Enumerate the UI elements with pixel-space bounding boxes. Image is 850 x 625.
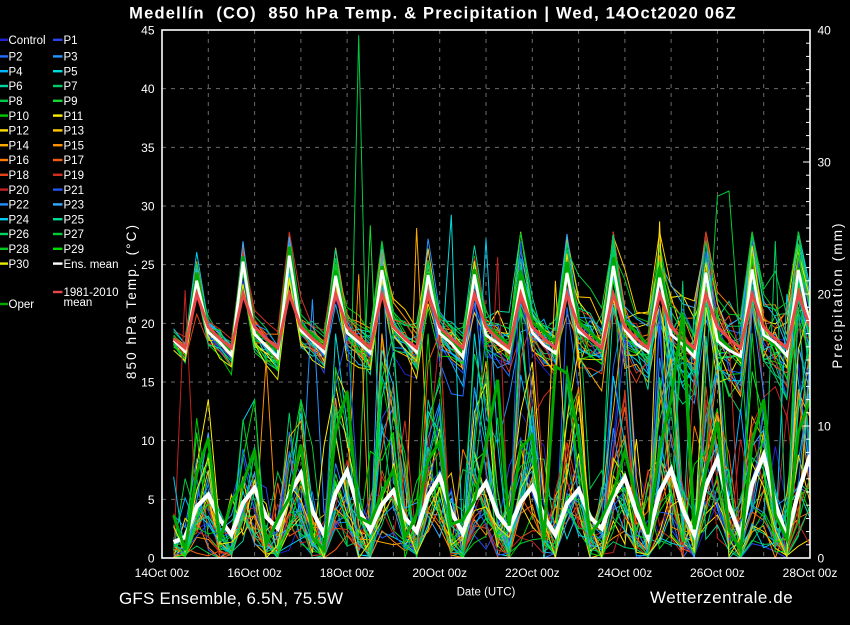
svg-text:Medellín (CO) 850 hPa Temp.: Medellín (CO) 850 hPa Temp. & Precipitat…: [129, 5, 737, 23]
svg-text:P7: P7: [64, 81, 78, 93]
svg-text:P6: P6: [9, 81, 23, 93]
svg-text:P26: P26: [9, 229, 29, 241]
svg-text:P20: P20: [9, 185, 29, 197]
svg-text:18Oct 00z: 18Oct 00z: [320, 566, 375, 580]
svg-text:P9: P9: [64, 96, 78, 108]
svg-text:P18: P18: [9, 170, 29, 182]
svg-text:40: 40: [141, 82, 155, 96]
svg-text:30: 30: [141, 200, 155, 214]
svg-text:28Oct 00z: 28Oct 00z: [783, 566, 838, 580]
svg-text:P21: P21: [64, 185, 84, 197]
svg-text:10: 10: [141, 434, 155, 448]
svg-text:P17: P17: [64, 155, 84, 167]
svg-text:Control: Control: [9, 35, 46, 47]
svg-text:P19: P19: [64, 170, 84, 182]
svg-text:22Oct 00z: 22Oct 00z: [505, 566, 560, 580]
svg-text:Precipitation (mm): Precipitation (mm): [830, 221, 845, 368]
svg-text:P5: P5: [64, 66, 78, 78]
svg-text:Ens. mean: Ens. mean: [64, 259, 119, 271]
svg-text:P11: P11: [64, 111, 84, 123]
svg-text:16Oct 00z: 16Oct 00z: [227, 566, 282, 580]
svg-text:0: 0: [148, 552, 155, 566]
svg-text:P22: P22: [9, 200, 29, 212]
svg-text:P29: P29: [64, 244, 84, 256]
svg-text:P14: P14: [9, 140, 30, 152]
svg-text:25: 25: [141, 258, 155, 272]
svg-text:10: 10: [818, 420, 832, 434]
svg-text:40: 40: [818, 24, 832, 38]
svg-text:P24: P24: [9, 214, 30, 226]
svg-text:24Oct 00z: 24Oct 00z: [598, 566, 653, 580]
svg-text:850 hPa Temp. (°C): 850 hPa Temp. (°C): [124, 223, 139, 379]
svg-text:5: 5: [148, 493, 155, 507]
svg-text:26Oct 00z: 26Oct 00z: [690, 566, 745, 580]
svg-text:P13: P13: [64, 126, 84, 138]
svg-text:20: 20: [141, 317, 155, 331]
svg-text:30: 30: [818, 156, 832, 170]
svg-text:P12: P12: [9, 126, 29, 138]
svg-text:Wetterzentrale.de: Wetterzentrale.de: [650, 588, 793, 607]
svg-text:0: 0: [818, 552, 825, 566]
svg-text:P8: P8: [9, 96, 23, 108]
svg-text:Oper: Oper: [9, 299, 35, 311]
svg-text:GFS Ensemble, 6.5N, 75.5W: GFS Ensemble, 6.5N, 75.5W: [119, 589, 343, 608]
svg-text:P16: P16: [9, 155, 29, 167]
svg-text:mean: mean: [64, 297, 93, 309]
svg-text:15: 15: [141, 376, 155, 390]
svg-text:P15: P15: [64, 140, 84, 152]
svg-text:P2: P2: [9, 52, 23, 64]
svg-text:P3: P3: [64, 52, 78, 64]
svg-text:P1: P1: [64, 35, 78, 47]
svg-text:P27: P27: [64, 229, 84, 241]
svg-text:45: 45: [141, 24, 155, 38]
svg-text:35: 35: [141, 141, 155, 155]
svg-text:P25: P25: [64, 214, 84, 226]
svg-text:20Oct 00z: 20Oct 00z: [412, 566, 467, 580]
svg-text:P28: P28: [9, 244, 29, 256]
svg-text:P10: P10: [9, 111, 29, 123]
svg-text:P30: P30: [9, 259, 29, 271]
svg-text:P4: P4: [9, 66, 24, 78]
svg-text:Date (UTC): Date (UTC): [457, 587, 516, 599]
svg-text:14Oct 00z: 14Oct 00z: [135, 566, 190, 580]
svg-text:P23: P23: [64, 200, 84, 212]
